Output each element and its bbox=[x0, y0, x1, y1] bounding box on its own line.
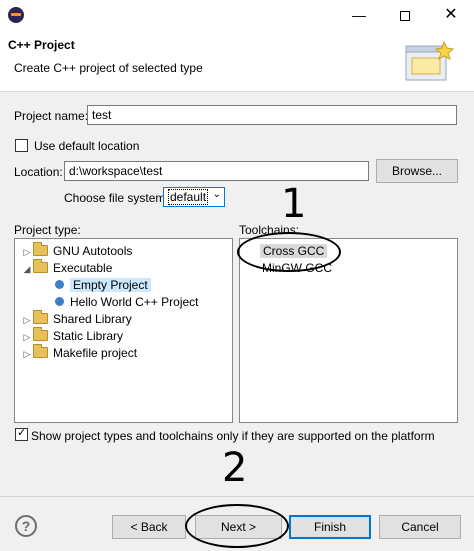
tree-item-label: GNU Autotools bbox=[53, 244, 133, 258]
file-system-label: Choose file system: bbox=[64, 191, 169, 205]
file-system-select[interactable]: default ⌄ bbox=[163, 187, 225, 207]
page-subtitle: Create C++ project of selected type bbox=[14, 61, 203, 75]
file-system-value: default bbox=[168, 189, 209, 205]
close-button[interactable]: ✕ bbox=[428, 0, 474, 30]
tree-item-shared-library[interactable]: ▷ Shared Library bbox=[21, 310, 132, 329]
folder-icon bbox=[33, 310, 48, 324]
minimize-button[interactable]: — bbox=[336, 0, 382, 30]
eclipse-icon bbox=[8, 7, 24, 23]
tree-item-label: Empty Project bbox=[70, 278, 151, 292]
wizard-banner-icon bbox=[405, 40, 454, 81]
location-label: Location: bbox=[14, 165, 63, 179]
project-type-label: Project type: bbox=[14, 223, 81, 237]
tree-item-empty-project[interactable]: Empty Project bbox=[55, 277, 151, 294]
folder-icon bbox=[33, 327, 48, 341]
tree-item-executable[interactable]: ◢ Executable bbox=[21, 259, 113, 278]
finish-button[interactable]: Finish bbox=[289, 515, 371, 539]
collapse-arrow-icon[interactable]: ◢ bbox=[21, 261, 33, 278]
tree-item-static-library[interactable]: ▷ Static Library bbox=[21, 327, 124, 346]
expand-arrow-icon[interactable]: ▷ bbox=[21, 329, 33, 346]
annotation-circle-next bbox=[185, 504, 289, 548]
folder-icon bbox=[33, 242, 48, 256]
tree-item-label: Executable bbox=[53, 261, 113, 275]
cpp-project-wizard: — ✕ C++ Project Create C++ project of se… bbox=[0, 0, 474, 551]
tree-item-hello-world[interactable]: Hello World C++ Project bbox=[55, 294, 199, 311]
location-field[interactable]: d:\workspace\test bbox=[64, 161, 369, 181]
browse-button[interactable]: Browse... bbox=[376, 159, 458, 183]
tree-item-label: Shared Library bbox=[53, 312, 132, 326]
tree-item-label: Hello World C++ Project bbox=[70, 295, 199, 309]
show-supported-checkbox[interactable]: ✓ bbox=[15, 427, 28, 441]
project-type-tree[interactable]: ▷ GNU Autotools ◢ Executable Empty Project… bbox=[14, 238, 233, 423]
title-bar: — ✕ bbox=[0, 0, 474, 30]
back-button[interactable]: < Back bbox=[112, 515, 186, 539]
folder-icon bbox=[33, 344, 48, 358]
checkmark-icon: ✓ bbox=[17, 427, 27, 439]
show-supported-label[interactable]: Show project types and toolchains only i… bbox=[31, 429, 435, 443]
expand-arrow-icon[interactable]: ▷ bbox=[21, 312, 33, 329]
project-name-label: Project name: bbox=[14, 109, 89, 123]
chevron-down-icon: ⌄ bbox=[212, 189, 221, 200]
project-template-icon bbox=[55, 297, 64, 306]
tree-item-makefile-project[interactable]: ▷ Makefile project bbox=[21, 344, 138, 363]
help-icon[interactable]: ? bbox=[15, 515, 37, 537]
maximize-icon bbox=[400, 11, 410, 22]
folder-icon bbox=[33, 259, 48, 273]
tree-item-label: Makefile project bbox=[53, 346, 138, 360]
cancel-button[interactable]: Cancel bbox=[379, 515, 461, 539]
use-default-location-checkbox[interactable] bbox=[15, 139, 28, 152]
expand-arrow-icon[interactable]: ▷ bbox=[21, 244, 33, 261]
project-template-icon bbox=[55, 280, 64, 289]
annotation-circle-cross-gcc bbox=[237, 232, 341, 272]
maximize-button[interactable] bbox=[382, 0, 428, 30]
tree-item-gnu-autotools[interactable]: ▷ GNU Autotools bbox=[21, 242, 133, 261]
project-name-field[interactable]: test bbox=[87, 105, 457, 125]
tree-item-label: Static Library bbox=[53, 329, 124, 343]
footer-divider bbox=[0, 496, 474, 497]
annotation-number-one: 1 bbox=[281, 181, 307, 227]
use-default-location-label[interactable]: Use default location bbox=[34, 139, 139, 153]
expand-arrow-icon[interactable]: ▷ bbox=[21, 346, 33, 363]
page-title: C++ Project bbox=[8, 38, 75, 52]
annotation-number-two: 2 bbox=[222, 445, 248, 491]
